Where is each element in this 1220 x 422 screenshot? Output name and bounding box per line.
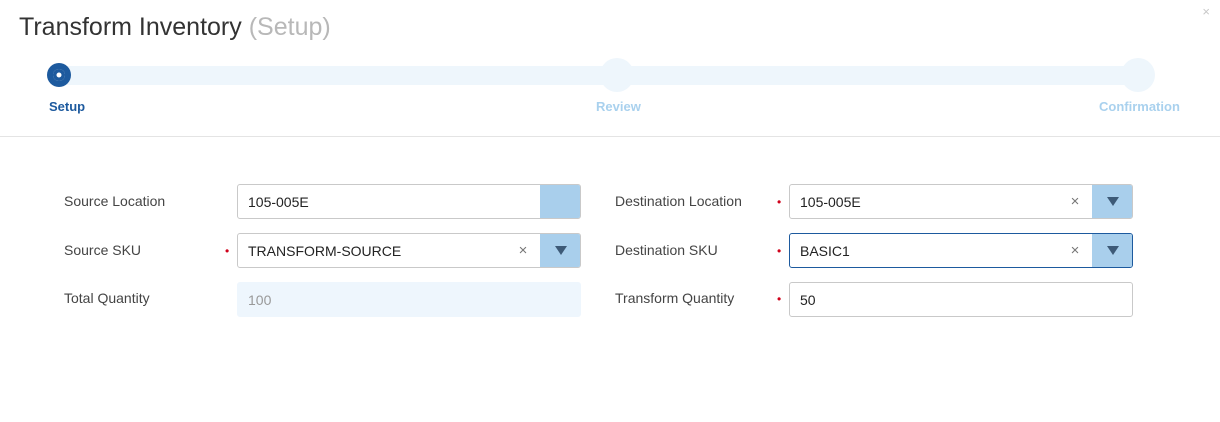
required-indicator: •: [225, 244, 230, 258]
destination-location-field[interactable]: 105-005E ×: [789, 184, 1133, 219]
wizard-stepper: Setup Review Confirmation: [47, 58, 1180, 118]
source-sku-label: Source SKU: [64, 242, 142, 258]
transform-quantity-input[interactable]: 50: [789, 282, 1133, 317]
source-location-dropdown-button[interactable]: [540, 185, 580, 218]
destination-sku-field[interactable]: BASIC1 ×: [789, 233, 1133, 268]
source-location-value: 105-005E: [248, 193, 309, 210]
chevron-down-icon: [1106, 246, 1119, 255]
destination-sku-dropdown-button[interactable]: [1092, 234, 1132, 267]
clear-icon[interactable]: ×: [1066, 193, 1084, 210]
chevron-down-icon: [554, 246, 567, 255]
destination-location-label: Destination Location: [615, 193, 742, 209]
source-location-label: Source Location: [64, 193, 166, 209]
modal-subtitle: (Setup): [248, 13, 331, 41]
required-indicator: •: [777, 292, 782, 306]
transform-quantity-label: Transform Quantity: [615, 290, 735, 306]
close-icon[interactable]: ×: [1202, 4, 1210, 20]
source-sku-value: TRANSFORM-SOURCE: [248, 242, 402, 259]
destination-sku-value: BASIC1: [800, 242, 850, 259]
required-indicator: •: [777, 244, 782, 258]
header-divider: [0, 136, 1220, 137]
source-location-field[interactable]: 105-005E: [237, 184, 581, 219]
step-label-review: Review: [596, 99, 641, 114]
step-indicator-confirmation: [1121, 58, 1155, 92]
clear-icon[interactable]: ×: [514, 242, 532, 259]
required-indicator: •: [777, 195, 782, 209]
step-indicator-setup: [47, 63, 71, 87]
modal-title-text: Transform Inventory: [19, 13, 242, 41]
modal-title: Transform Inventory (Setup): [19, 13, 331, 42]
source-sku-field[interactable]: TRANSFORM-SOURCE ×: [237, 233, 581, 268]
source-sku-dropdown-button[interactable]: [540, 234, 580, 267]
destination-location-dropdown-button[interactable]: [1092, 185, 1132, 218]
chevron-down-icon: [1106, 197, 1119, 206]
destination-sku-label: Destination SKU: [615, 242, 718, 258]
step-label-confirmation: Confirmation: [1099, 99, 1180, 114]
clear-icon[interactable]: ×: [1066, 242, 1084, 259]
step-indicator-review: [600, 58, 634, 92]
destination-location-value: 105-005E: [800, 193, 861, 210]
total-quantity-label: Total Quantity: [64, 290, 150, 306]
total-quantity-field: 100: [237, 282, 581, 317]
transform-quantity-value[interactable]: 50: [790, 292, 1132, 308]
step-label-setup: Setup: [49, 99, 86, 114]
total-quantity-value: 100: [248, 291, 272, 308]
